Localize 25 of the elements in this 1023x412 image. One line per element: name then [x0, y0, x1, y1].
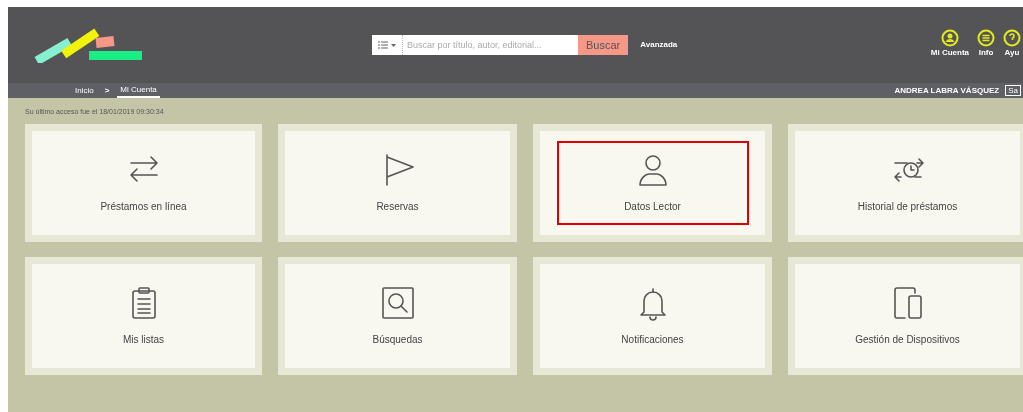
search-field[interactable]: Buscar por título, autor, editorial... [403, 35, 578, 55]
menu-tile[interactable]: Notificaciones [533, 256, 772, 375]
menu-tile[interactable]: Reservas [278, 123, 517, 242]
breadcrumb-link[interactable]: Inicio [72, 83, 97, 98]
account-icon [940, 29, 959, 47]
advanced-search-link[interactable]: Avanzada [640, 39, 678, 51]
header-link[interactable]: Mi Cuenta [930, 29, 969, 57]
search-filter-dropdown[interactable] [372, 35, 403, 55]
menu-tile[interactable]: Datos Lector [533, 123, 772, 242]
menu-tile[interactable]: Historial de préstamos [788, 123, 1023, 242]
menu-tile[interactable]: Préstamos en línea [25, 123, 262, 242]
breadcrumb-separator: > [104, 84, 110, 97]
session-button[interactable]: Sa [1005, 85, 1021, 96]
menu-tile[interactable]: Búsquedas [278, 256, 517, 375]
menu-tile[interactable]: Gestión de Dispositivos [788, 256, 1023, 375]
header-link[interactable]: Info [977, 29, 995, 57]
header-link[interactable]: Ayu [1003, 29, 1021, 57]
menu-tile[interactable]: Mis listas [25, 256, 262, 375]
menu-icon [977, 29, 995, 47]
list-icon [378, 41, 388, 49]
search-button[interactable]: Buscar [578, 35, 629, 55]
help-icon [1003, 29, 1021, 47]
user-name: ANDREA LABRA VÁSQUEZ [894, 84, 1000, 97]
breadcrumb-link[interactable]: Mi Cuenta [117, 83, 160, 98]
caret-icon [391, 43, 396, 47]
